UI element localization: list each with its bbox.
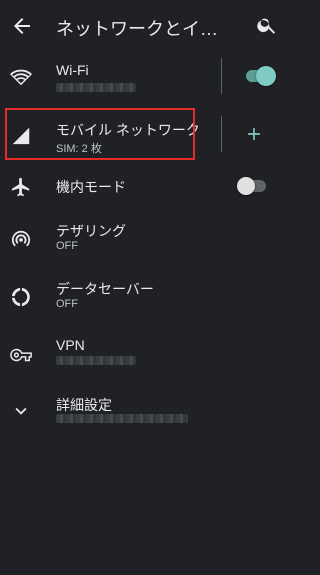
setting-label: 機内モード	[56, 179, 126, 195]
page-title: ネットワークとインタ…	[56, 19, 232, 39]
setting-row-advanced[interactable]: 詳細設定	[0, 386, 285, 444]
search-button[interactable]	[256, 14, 278, 36]
app-bar: ネットワークとインタ…	[0, 0, 285, 52]
plus-icon	[248, 128, 260, 140]
obscured-subtitle	[56, 356, 136, 365]
setting-row-vpn[interactable]: VPN	[0, 328, 285, 386]
toggle-knob	[256, 66, 276, 86]
obscured-subtitle	[56, 83, 136, 92]
add-mobile-network-button[interactable]	[244, 124, 264, 144]
setting-label: テザリング	[56, 223, 126, 239]
hotspot-icon	[11, 230, 31, 247]
setting-row-data-saver[interactable]: データセーバー OFF	[0, 270, 285, 328]
wifi-toggle[interactable]	[244, 66, 276, 86]
setting-row-tethering[interactable]: テザリング OFF	[0, 212, 285, 270]
setting-label: 詳細設定	[56, 397, 112, 413]
arrow-back-icon	[14, 18, 30, 34]
airplane-icon	[11, 177, 30, 197]
search-icon	[257, 18, 276, 34]
vpn-key-icon	[10, 348, 32, 362]
setting-label: VPN	[56, 337, 85, 353]
setting-label: データセーバー	[56, 281, 154, 297]
wifi-icon	[10, 69, 32, 86]
back-button[interactable]	[10, 14, 34, 38]
setting-row-wifi[interactable]: Wi-Fi	[0, 48, 285, 106]
setting-label: Wi-Fi	[56, 62, 89, 78]
chevron-down-icon	[15, 407, 27, 415]
highlight-box	[5, 108, 195, 160]
toggle-knob	[237, 177, 255, 195]
divider	[221, 58, 222, 94]
obscured-subtitle	[56, 414, 188, 423]
setting-subtitle: OFF	[56, 298, 78, 310]
data-saver-icon	[11, 287, 30, 307]
divider	[221, 116, 222, 152]
airplane-mode-toggle-switch[interactable]	[237, 176, 268, 196]
setting-subtitle: OFF	[56, 240, 78, 252]
